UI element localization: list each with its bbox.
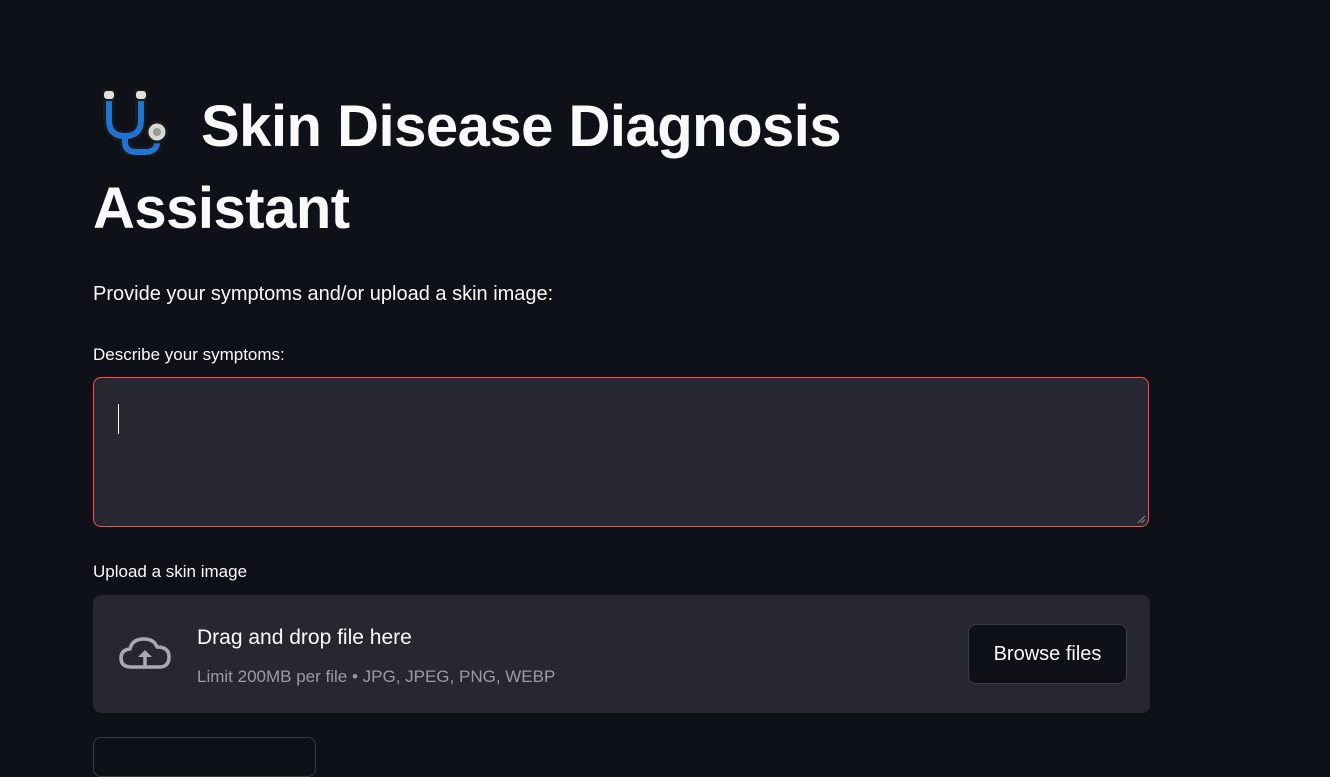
symptoms-textarea-container [93, 377, 1149, 527]
cloud-upload-icon [119, 637, 171, 669]
browse-files-button[interactable]: Browse files [968, 624, 1127, 684]
dropzone-file-limits: Limit 200MB per file • JPG, JPEG, PNG, W… [197, 667, 556, 686]
symptoms-textarea[interactable] [94, 378, 1148, 526]
file-dropzone[interactable]: Drag and drop file here Limit 200MB per … [93, 595, 1150, 713]
dropzone-instructions: Drag and drop file here [197, 626, 412, 649]
resize-handle-icon[interactable] [1136, 514, 1146, 524]
upload-label: Upload a skin image [93, 562, 248, 581]
text-caret [118, 404, 119, 434]
symptoms-label: Describe your symptoms: [93, 345, 285, 364]
main-content: Skin Disease Diagnosis Assistant Provide… [93, 0, 1151, 777]
intro-text: Provide your symptoms and/or upload a sk… [93, 283, 554, 305]
page-title: Skin Disease Diagnosis Assistant [93, 86, 993, 250]
page-title-text: Skin Disease Diagnosis Assistant [93, 94, 842, 241]
partially-visible-button[interactable] [93, 737, 316, 777]
stethoscope-icon [101, 89, 175, 158]
